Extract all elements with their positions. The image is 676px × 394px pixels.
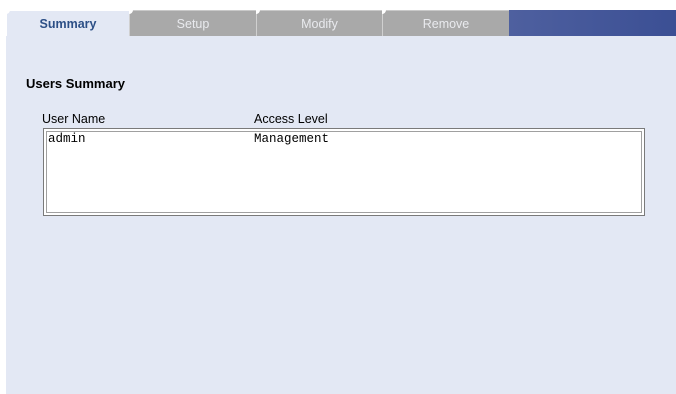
users-list[interactable]: admin Management: [43, 128, 645, 216]
user-name-cell: admin: [48, 132, 86, 146]
list-item[interactable]: admin Management: [48, 132, 640, 148]
tab-summary[interactable]: Summary: [6, 10, 129, 36]
access-level-cell: Management: [254, 132, 330, 146]
content-panel: Users Summary User Name Access Level adm…: [6, 36, 676, 394]
column-header-access-level: Access Level: [254, 112, 328, 126]
tab-remove[interactable]: Remove: [382, 10, 509, 36]
section-title: Users Summary: [26, 76, 125, 91]
tab-setup[interactable]: Setup: [129, 10, 256, 36]
tab-bar: Summary Setup Modify Remove: [6, 10, 676, 36]
column-header-user-name: User Name: [42, 112, 106, 126]
tab-modify[interactable]: Modify: [256, 10, 382, 36]
users-window: Summary Setup Modify Remove Users Summar…: [6, 10, 676, 394]
